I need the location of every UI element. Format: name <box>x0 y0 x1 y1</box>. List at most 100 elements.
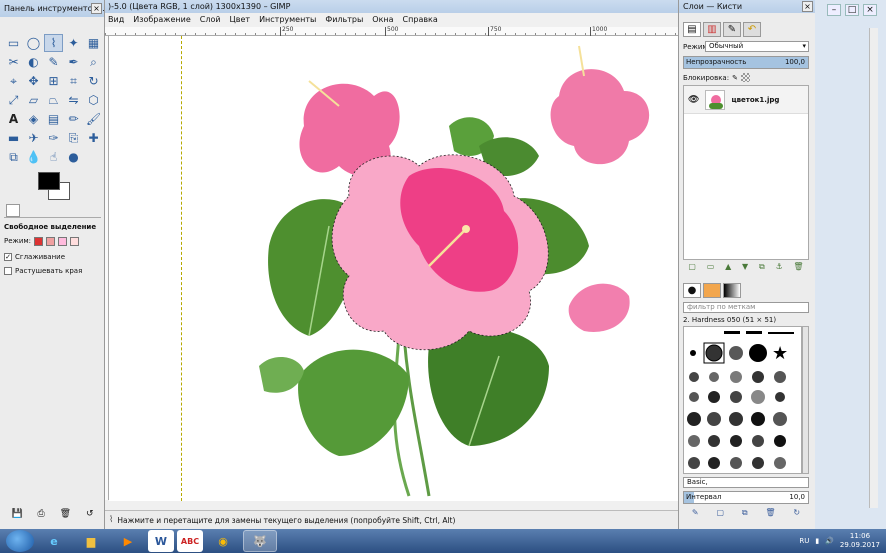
folder-icon[interactable]: ▆ <box>74 530 108 552</box>
paths-icon[interactable]: ✎ <box>44 53 63 71</box>
foreground-color-swatch[interactable] <box>38 172 60 190</box>
raise-layer-icon[interactable]: ▲ <box>725 262 731 276</box>
anchor-layer-icon[interactable]: ⚓ <box>775 262 782 276</box>
brush-scrollbar[interactable] <box>802 326 809 474</box>
brush-tag-input[interactable]: Basic, <box>683 477 809 488</box>
menu-filters[interactable]: Фильтры <box>325 15 363 24</box>
ink-icon[interactable]: ✑ <box>44 129 63 147</box>
duplicate-layer-icon[interactable]: ⧉ <box>759 262 765 276</box>
menu-image[interactable]: Изображение <box>133 15 191 24</box>
clock[interactable]: 11:06 29.09.2017 <box>840 532 880 550</box>
perspective-icon[interactable]: ⏢ <box>44 91 63 109</box>
fuzzy-select-icon[interactable]: ✦ <box>64 34 83 52</box>
brush-grid[interactable]: ★ <box>683 326 802 474</box>
dodge-burn-icon[interactable]: ● <box>64 148 83 166</box>
word-icon[interactable]: W <box>148 530 174 552</box>
layers-tab-icon[interactable]: ▤ <box>683 22 701 37</box>
feather-checkbox[interactable] <box>4 267 12 275</box>
zoom-icon[interactable]: ⌕ <box>84 53 103 71</box>
delete-layer-icon[interactable]: 🗑 <box>793 262 803 276</box>
channels-tab-icon[interactable]: ▥ <box>703 22 721 37</box>
edit-brush-icon[interactable]: ✎ <box>692 508 699 522</box>
scale-icon[interactable]: ⤢ <box>4 91 23 109</box>
lock-alpha-icon[interactable] <box>740 73 750 82</box>
free-select-icon[interactable]: ⌇ <box>44 34 63 52</box>
scissors-select-icon[interactable]: ✂ <box>4 53 23 71</box>
blur-icon[interactable]: 💧 <box>24 148 43 166</box>
move-icon[interactable]: ✥ <box>24 72 43 90</box>
paths-tab-icon[interactable]: ✎ <box>723 22 741 37</box>
right-scrollbar[interactable] <box>869 28 878 508</box>
abc-app-icon[interactable]: ABC <box>177 530 203 552</box>
lock-pixels-icon[interactable]: ✎ <box>732 74 738 82</box>
close-icon[interactable]: × <box>802 1 813 12</box>
foreground-select-icon[interactable]: ◐ <box>24 53 43 71</box>
image-canvas[interactable] <box>109 36 678 501</box>
heal-icon[interactable]: ✚ <box>84 129 103 147</box>
brush-tag-filter-input[interactable]: фильтр по меткам <box>683 302 809 313</box>
menu-help[interactable]: Справка <box>403 15 438 24</box>
text-icon[interactable]: A <box>4 110 23 128</box>
toolbox-title-bar[interactable]: Панель инструментов ... × <box>0 0 104 17</box>
refresh-brushes-icon[interactable]: ↻ <box>793 508 800 522</box>
opacity-slider[interactable]: Непрозрачность 100,0 <box>683 56 809 69</box>
menu-layer[interactable]: Слой <box>200 15 221 24</box>
shear-icon[interactable]: ▱ <box>24 91 43 109</box>
menu-view[interactable]: Вид <box>108 15 124 24</box>
pencil-icon[interactable]: ✏ <box>64 110 83 128</box>
mode-replace-icon[interactable] <box>34 236 44 246</box>
minimize-icon[interactable]: – <box>827 4 841 16</box>
lower-layer-icon[interactable]: ▼ <box>742 262 748 276</box>
crop-icon[interactable]: ⌗ <box>64 72 83 90</box>
ie-icon[interactable]: e <box>37 530 71 552</box>
chrome-icon[interactable]: ◉ <box>206 530 240 552</box>
menu-tools[interactable]: Инструменты <box>259 15 316 24</box>
save-options-icon[interactable]: 💾 <box>11 509 22 519</box>
mode-add-icon[interactable] <box>46 236 56 246</box>
layer-mode-select[interactable]: Обычный ▾ <box>705 41 809 52</box>
rect-select-icon[interactable]: ▭ <box>4 34 23 52</box>
language-indicator[interactable]: RU <box>799 537 809 545</box>
mode-subtract-icon[interactable] <box>58 236 68 246</box>
flip-icon[interactable]: ⇋ <box>64 91 83 109</box>
ellipse-select-icon[interactable]: ◯ <box>24 34 43 52</box>
measure-icon[interactable]: ⌖ <box>4 72 23 90</box>
reset-options-icon[interactable]: ↺ <box>86 509 94 519</box>
start-button[interactable] <box>6 530 34 552</box>
menu-color[interactable]: Цвет <box>230 15 251 24</box>
delete-options-icon[interactable]: 🗑 <box>60 509 71 519</box>
gimp-icon[interactable]: 🐺 <box>243 530 277 552</box>
menu-windows[interactable]: Окна <box>372 15 393 24</box>
paintbrush-icon[interactable]: 🖌 <box>84 110 103 128</box>
maximize-icon[interactable]: □ <box>845 4 859 16</box>
duplicate-brush-icon[interactable]: ⧉ <box>742 508 748 522</box>
eraser-icon[interactable]: ▬ <box>4 129 23 147</box>
align-icon[interactable]: ⊞ <box>44 72 63 90</box>
layer-row[interactable]: 👁 цветок1.jpg <box>684 86 808 114</box>
undo-tab-icon[interactable]: ↶ <box>743 22 761 37</box>
patterns-tab-icon[interactable] <box>703 283 721 298</box>
perspective-clone-icon[interactable]: ⧉ <box>4 148 23 166</box>
media-player-icon[interactable]: ▶ <box>111 530 145 552</box>
color-picker-icon[interactable]: ✒ <box>64 53 83 71</box>
dock-title-bar[interactable]: Слои — Кисти × <box>679 0 815 13</box>
bucket-fill-icon[interactable]: ◈ <box>24 110 43 128</box>
brushes-tab-icon[interactable]: ● <box>683 283 701 298</box>
antialias-checkbox[interactable]: ✓ <box>4 253 12 261</box>
volume-icon[interactable]: 🔊 <box>825 537 834 545</box>
cage-icon[interactable]: ⬡ <box>84 91 103 109</box>
mode-intersect-icon[interactable] <box>70 236 80 246</box>
new-layer-group-icon[interactable]: ▭ <box>707 262 715 276</box>
close-icon[interactable]: × <box>91 3 102 14</box>
gradient-icon[interactable]: ▤ <box>44 110 63 128</box>
restore-options-icon[interactable]: ⎙ <box>38 509 45 519</box>
horizontal-ruler[interactable]: 250 500 750 1000 <box>105 26 678 36</box>
new-layer-icon[interactable]: ▢ <box>688 262 696 276</box>
rotate-icon[interactable]: ↻ <box>84 72 103 90</box>
tool-options-tab-icon[interactable] <box>6 204 20 217</box>
clone-icon[interactable]: ⎘ <box>64 129 83 147</box>
smudge-icon[interactable]: ☝ <box>44 148 63 166</box>
close-window-icon[interactable]: × <box>863 4 877 16</box>
delete-brush-icon[interactable]: 🗑 <box>765 508 775 522</box>
layers-list[interactable]: 👁 цветок1.jpg <box>683 85 809 260</box>
